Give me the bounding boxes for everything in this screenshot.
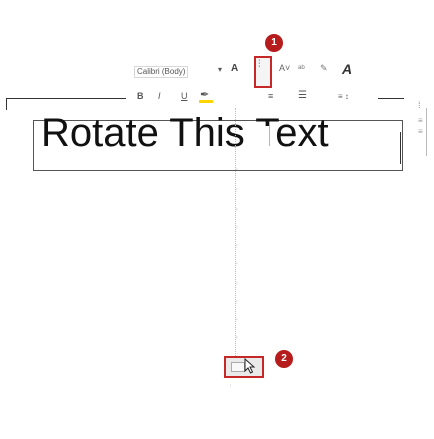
text-box-right-edge	[400, 132, 401, 164]
selection-border-left-tick	[6, 98, 7, 110]
shrink-font-button[interactable]: A˅	[279, 64, 290, 73]
direction-option[interactable]: ᵎ	[232, 336, 242, 342]
direction-option[interactable]: ᵎ	[232, 262, 242, 268]
mouse-pointer-icon	[244, 357, 256, 378]
selection-border-right	[378, 98, 404, 99]
italic-button[interactable]: I	[158, 92, 161, 101]
direction-option[interactable]: ᵎ	[232, 208, 242, 214]
dropdown-guide-line	[235, 108, 236, 368]
direction-option[interactable]: ᵎ	[232, 318, 242, 324]
direction-option[interactable]: ᵎ	[232, 244, 242, 250]
line-spacing-icon[interactable]: ≡ ↕	[338, 93, 349, 101]
direction-option[interactable]: ᵎ	[232, 188, 242, 194]
highlight-color-swatch	[199, 100, 213, 103]
grow-font-button[interactable]: A	[231, 64, 238, 74]
step-1-badge: 1	[265, 34, 283, 52]
font-name-box[interactable]: Calibri (Body)	[134, 66, 189, 78]
format-painter-icon[interactable]: ✎	[320, 64, 328, 73]
mouse-pointer-icon-svg	[244, 357, 256, 374]
underline-button[interactable]: U	[181, 92, 188, 101]
step-2-badge: 2	[275, 350, 293, 368]
align-center-icon[interactable]: ≡	[268, 92, 273, 101]
direction-option[interactable]: ᵎ	[232, 300, 242, 306]
panel-menu-icon-2[interactable]: ≡	[418, 127, 432, 137]
direction-option[interactable]: ᵎ	[232, 168, 242, 174]
text-cursor-gap	[257, 126, 269, 170]
font-dropdown-icon[interactable]: ▾	[218, 66, 222, 74]
text-style-icon[interactable]: ᵃᵇ	[298, 64, 305, 73]
font-color-button[interactable]: A	[342, 62, 352, 76]
text-direction-button[interactable]	[254, 56, 272, 88]
bullets-icon[interactable]: ☰	[298, 91, 307, 101]
direction-option[interactable]: ᵎ	[232, 282, 242, 288]
bold-button[interactable]: B	[137, 92, 144, 101]
panel-grip-icon[interactable]: ⁞	[418, 100, 432, 116]
selection-border-left	[6, 98, 126, 99]
rotate-text-option-icon	[231, 362, 245, 372]
direction-option[interactable]: ᵎ	[230, 384, 231, 390]
panel-menu-icon[interactable]: ≡	[418, 116, 432, 126]
text-direction-icon: ⫶	[258, 59, 261, 70]
slide-text[interactable]: Rotate This Text	[41, 113, 329, 153]
direction-option[interactable]: ᵎ	[232, 226, 242, 232]
